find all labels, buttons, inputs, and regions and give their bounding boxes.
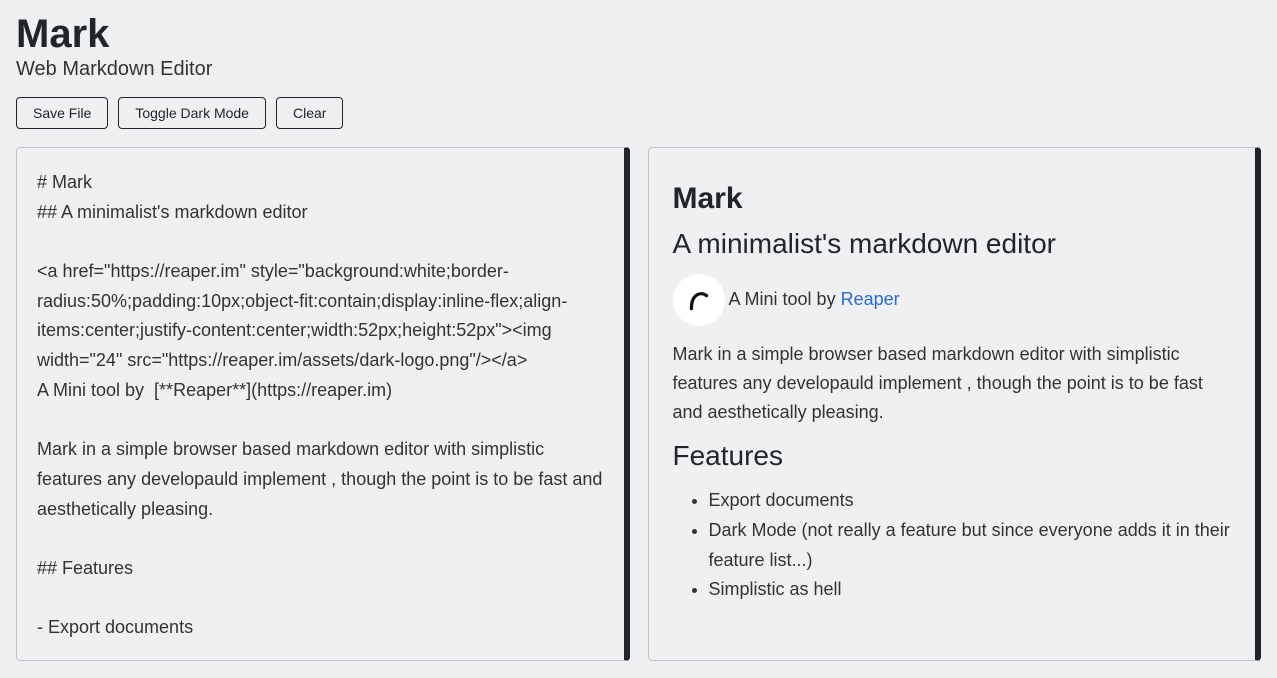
markdown-preview: Mark A minimalist's markdown editor A Mi…: [649, 148, 1256, 660]
toolbar: Save File Toggle Dark Mode Clear: [16, 97, 1261, 129]
preview-feature-list: Export documents Dark Mode (not really a…: [673, 486, 1232, 605]
preview-h1: Mark: [673, 182, 1232, 216]
save-file-button[interactable]: Save File: [16, 97, 108, 129]
app-title: Mark: [16, 12, 1261, 56]
preview-description: Mark in a simple browser based markdown …: [673, 340, 1232, 426]
reaper-logo-icon[interactable]: [673, 274, 725, 326]
list-item: Export documents: [709, 486, 1232, 516]
preview-byline-prefix: A Mini tool by: [729, 289, 841, 309]
clear-button[interactable]: Clear: [276, 97, 343, 129]
markdown-editor[interactable]: [17, 148, 624, 660]
app-subtitle: Web Markdown Editor: [16, 58, 1261, 81]
preview-h2: A minimalist's markdown editor: [673, 228, 1232, 260]
list-item: Simplistic as hell: [709, 575, 1232, 605]
reaper-link[interactable]: Reaper: [841, 289, 900, 309]
preview-features-heading: Features: [673, 440, 1232, 472]
toggle-dark-mode-button[interactable]: Toggle Dark Mode: [118, 97, 266, 129]
editor-panel: [16, 147, 630, 661]
list-item: Dark Mode (not really a feature but sinc…: [709, 516, 1232, 575]
preview-panel: Mark A minimalist's markdown editor A Mi…: [648, 147, 1262, 661]
